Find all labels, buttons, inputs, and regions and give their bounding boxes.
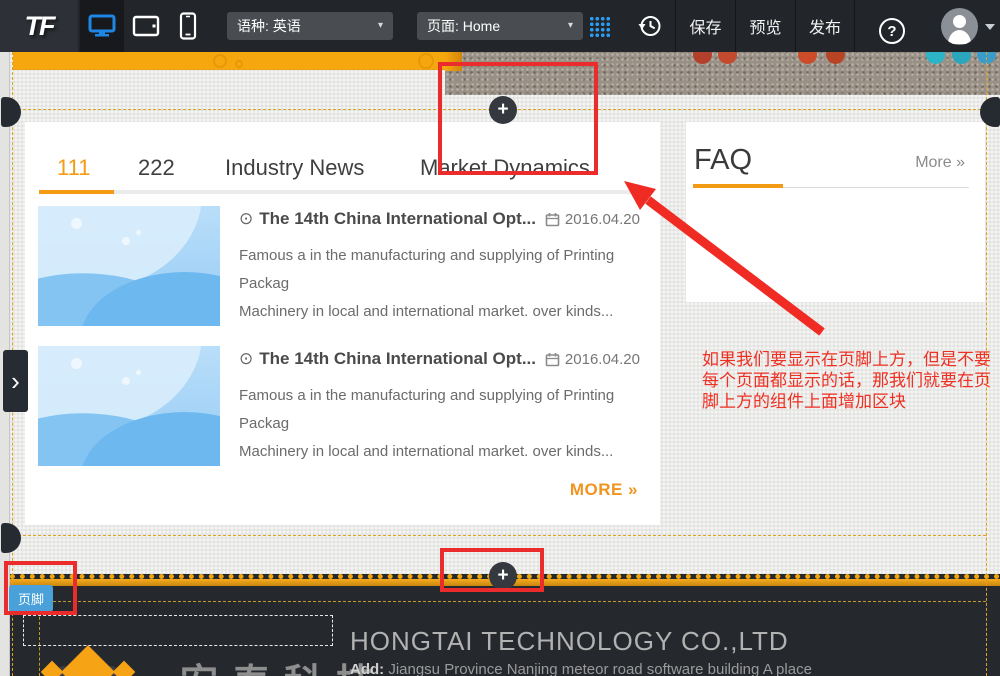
thumb-art <box>122 237 130 245</box>
language-dropdown-value: 语种: 英语 <box>237 16 301 36</box>
avatar-head <box>953 15 966 28</box>
news-item-title[interactable]: ⊙ The 14th China International Opt... <box>239 349 536 369</box>
device-tablet-button[interactable] <box>124 0 168 52</box>
bullet-icon: ⊙ <box>239 209 253 228</box>
footer-region-dash <box>13 601 986 602</box>
footer-logo-selection[interactable] <box>23 615 333 646</box>
tab-222[interactable]: 222 <box>138 155 175 181</box>
news-date-text: 2016.04.20 <box>565 351 640 368</box>
banner-doodle-icon <box>235 60 243 68</box>
chevron-down-icon: ▾ <box>378 21 383 31</box>
region-dash-banner <box>13 69 445 70</box>
tab-industry-news[interactable]: Industry News <box>225 155 364 181</box>
tutorial-annotation-text: 如果我们要显示在页脚上方，但是不要每个页面都显示的话，那我们就要在页脚上方的组件… <box>702 349 1000 412</box>
tablet-icon <box>132 15 160 37</box>
news-item-excerpt: Famous a in the manufacturing and supply… <box>239 382 659 466</box>
photo-pin <box>826 52 845 64</box>
avatar-caret-icon[interactable] <box>985 24 995 30</box>
region-dash-bottom <box>13 535 986 536</box>
editor-window: › + + 111 222 Industry News Market Dynam… <box>0 0 1000 676</box>
news-date-text: 2016.04.20 <box>565 211 640 228</box>
footer-company-name: HONGTAI TECHNOLOGY CO.,LTD <box>350 626 789 657</box>
avatar-body <box>948 30 971 44</box>
news-item-date: 2016.04.20 <box>545 351 640 368</box>
phone-icon <box>179 12 197 40</box>
banner-doodle-icon <box>213 54 227 68</box>
faq-underline-track <box>783 187 969 188</box>
banner-orange-strip[interactable] <box>13 52 445 70</box>
chevron-down-icon: ▾ <box>568 21 573 31</box>
faq-component: FAQ More » <box>686 122 985 302</box>
grid-layout-icon[interactable] <box>588 15 610 37</box>
photo-pin <box>798 52 817 64</box>
thumb-art <box>71 358 82 369</box>
footer-address-label: Add: <box>350 661 384 676</box>
photo-pin <box>693 52 712 64</box>
top-toolbar: TF 语种: 英语 ▾ 页面: Home <box>0 0 1000 52</box>
news-thumbnail[interactable] <box>38 206 220 326</box>
more-link[interactable]: MORE » <box>570 480 638 500</box>
help-icon[interactable]: ? <box>879 18 905 44</box>
tab-underline-active <box>39 190 114 194</box>
page-dropdown-value: 页面: Home <box>427 16 500 36</box>
news-item-title[interactable]: ⊙ The 14th China International Opt... <box>239 209 536 229</box>
faq-title: FAQ <box>694 144 752 177</box>
calendar-icon <box>545 212 560 227</box>
desktop-icon <box>88 14 116 38</box>
tutorial-highlight-box-footer <box>4 561 77 615</box>
news-title-text: The 14th China International Opt... <box>259 209 536 228</box>
photo-pin <box>718 52 737 64</box>
news-thumbnail[interactable] <box>38 346 220 466</box>
save-button[interactable]: 保存 <box>675 0 735 52</box>
tutorial-highlight-box-bottom <box>440 548 544 592</box>
preview-button[interactable]: 预览 <box>735 0 795 52</box>
tab-111[interactable]: 111 <box>57 155 90 181</box>
footer-address-text: Jiangsu Province Nanjing meteor road sof… <box>384 661 812 676</box>
page-dropdown[interactable]: 页面: Home ▾ <box>417 12 583 40</box>
news-title-text: The 14th China International Opt... <box>259 349 536 368</box>
thumb-art <box>71 218 82 229</box>
footer-address: Add: Jiangsu Province Nanjing meteor roa… <box>350 661 812 676</box>
avatar[interactable] <box>941 8 978 45</box>
faq-more-link[interactable]: More » <box>915 154 965 172</box>
chevron-right-icon: › <box>11 366 20 397</box>
photo-pin <box>952 52 971 64</box>
device-phone-button[interactable] <box>168 0 208 52</box>
news-item-excerpt: Famous a in the manufacturing and supply… <box>239 242 659 326</box>
tutorial-highlight-box-top <box>438 62 598 175</box>
device-desktop-button[interactable] <box>80 0 124 52</box>
publish-button[interactable]: 发布 <box>795 0 855 52</box>
thumb-art <box>122 377 130 385</box>
tab-underline-track <box>39 190 631 194</box>
bullet-icon: ⊙ <box>239 349 253 368</box>
sidebar-expand-button[interactable]: › <box>3 350 28 412</box>
photo-pin <box>926 52 945 64</box>
news-item: ⊙ The 14th China International Opt... 201… <box>25 346 660 486</box>
banner-doodle-icon <box>418 53 434 69</box>
faq-underline-active <box>693 184 783 188</box>
calendar-icon <box>545 352 560 367</box>
language-dropdown[interactable]: 语种: 英语 ▾ <box>227 12 393 40</box>
action-buttons: 保存 预览 发布 <box>675 0 855 52</box>
history-icon[interactable] <box>638 14 662 43</box>
news-item-date: 2016.04.20 <box>545 211 640 228</box>
app-logo[interactable]: TF <box>0 0 78 52</box>
news-component: 111 222 Industry News Market Dynamics ⊙T… <box>25 122 660 525</box>
news-item: ⊙ The 14th China International Opt... 201… <box>25 206 660 346</box>
